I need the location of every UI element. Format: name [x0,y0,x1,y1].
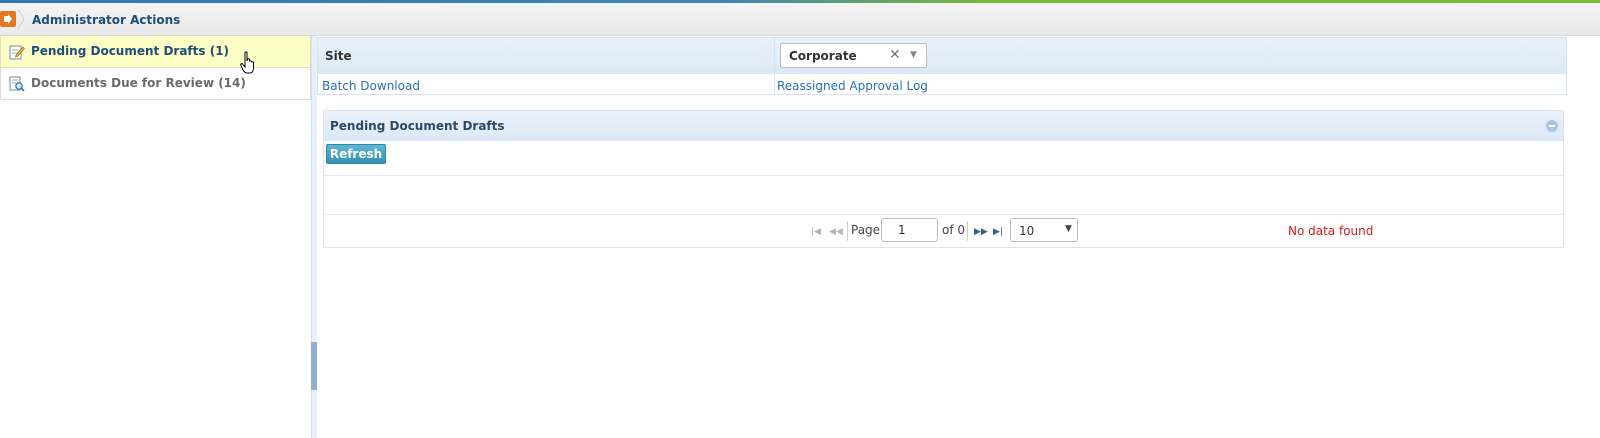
left-navigation: Pending Document Drafts (1) Documents Du… [0,36,311,438]
last-page-icon[interactable]: ▶| [993,227,1003,237]
nav-item-documents-due[interactable]: Documents Due for Review (14) [0,68,311,100]
nav-item-label: Pending Document Drafts (1) [31,44,230,58]
document-search-icon [9,76,25,92]
page-number-input[interactable] [881,218,938,242]
site-links-row: Batch Download Reassigned Approval Log [318,75,1566,95]
splitter-handle[interactable] [311,342,317,390]
reassigned-approval-log-link[interactable]: Reassigned Approval Log [777,79,928,93]
batch-download-link[interactable]: Batch Download [322,79,420,93]
edit-document-icon [9,45,25,60]
first-page-icon[interactable]: |◀ [811,227,821,237]
site-panel: Site Corporate ✕ ▼ Batch Download Reassi… [317,37,1567,95]
page-size-select[interactable]: 10 ▼ [1010,218,1078,242]
collapse-icon[interactable] [1546,120,1558,132]
pending-drafts-panel: Pending Document Drafts Refresh |◀ ◀◀ Pa… [323,110,1564,248]
page-title: Administrator Actions [32,13,181,27]
breadcrumb: Administrator Actions [0,3,1600,36]
pager: |◀ ◀◀ Page of 0 ▶▶ ▶| 10 ▼ No data found [324,215,1563,247]
nav-item-label: Documents Due for Review (14) [31,76,246,90]
no-data-message: No data found [1288,224,1374,238]
breadcrumb-separator-icon [17,9,25,29]
panel-header: Pending Document Drafts [324,111,1563,141]
page-count-label: of 0 [942,223,966,237]
dropdown-arrow-icon: ▼ [1065,224,1072,234]
next-page-icon[interactable]: ▶▶ [974,227,988,237]
refresh-button[interactable]: Refresh [326,144,386,164]
site-selected-value: Corporate [789,49,857,63]
pager-separator [847,221,848,241]
divider [324,175,1563,176]
hand-cursor-icon [240,51,254,74]
page-label: Page [851,223,881,237]
page-size-value: 10 [1019,224,1035,238]
nav-item-pending-drafts[interactable]: Pending Document Drafts (1) [0,36,311,68]
site-select[interactable]: Corporate ✕ ▼ [780,43,927,68]
home-icon[interactable] [0,11,16,27]
dropdown-arrow-icon[interactable]: ▼ [910,50,917,60]
site-label: Site [325,49,352,63]
clear-selection-icon[interactable]: ✕ [889,47,901,63]
previous-page-icon[interactable]: ◀◀ [829,227,843,237]
pager-separator [967,221,968,241]
panel-title: Pending Document Drafts [330,119,505,133]
site-row: Site Corporate ✕ ▼ [318,38,1566,74]
